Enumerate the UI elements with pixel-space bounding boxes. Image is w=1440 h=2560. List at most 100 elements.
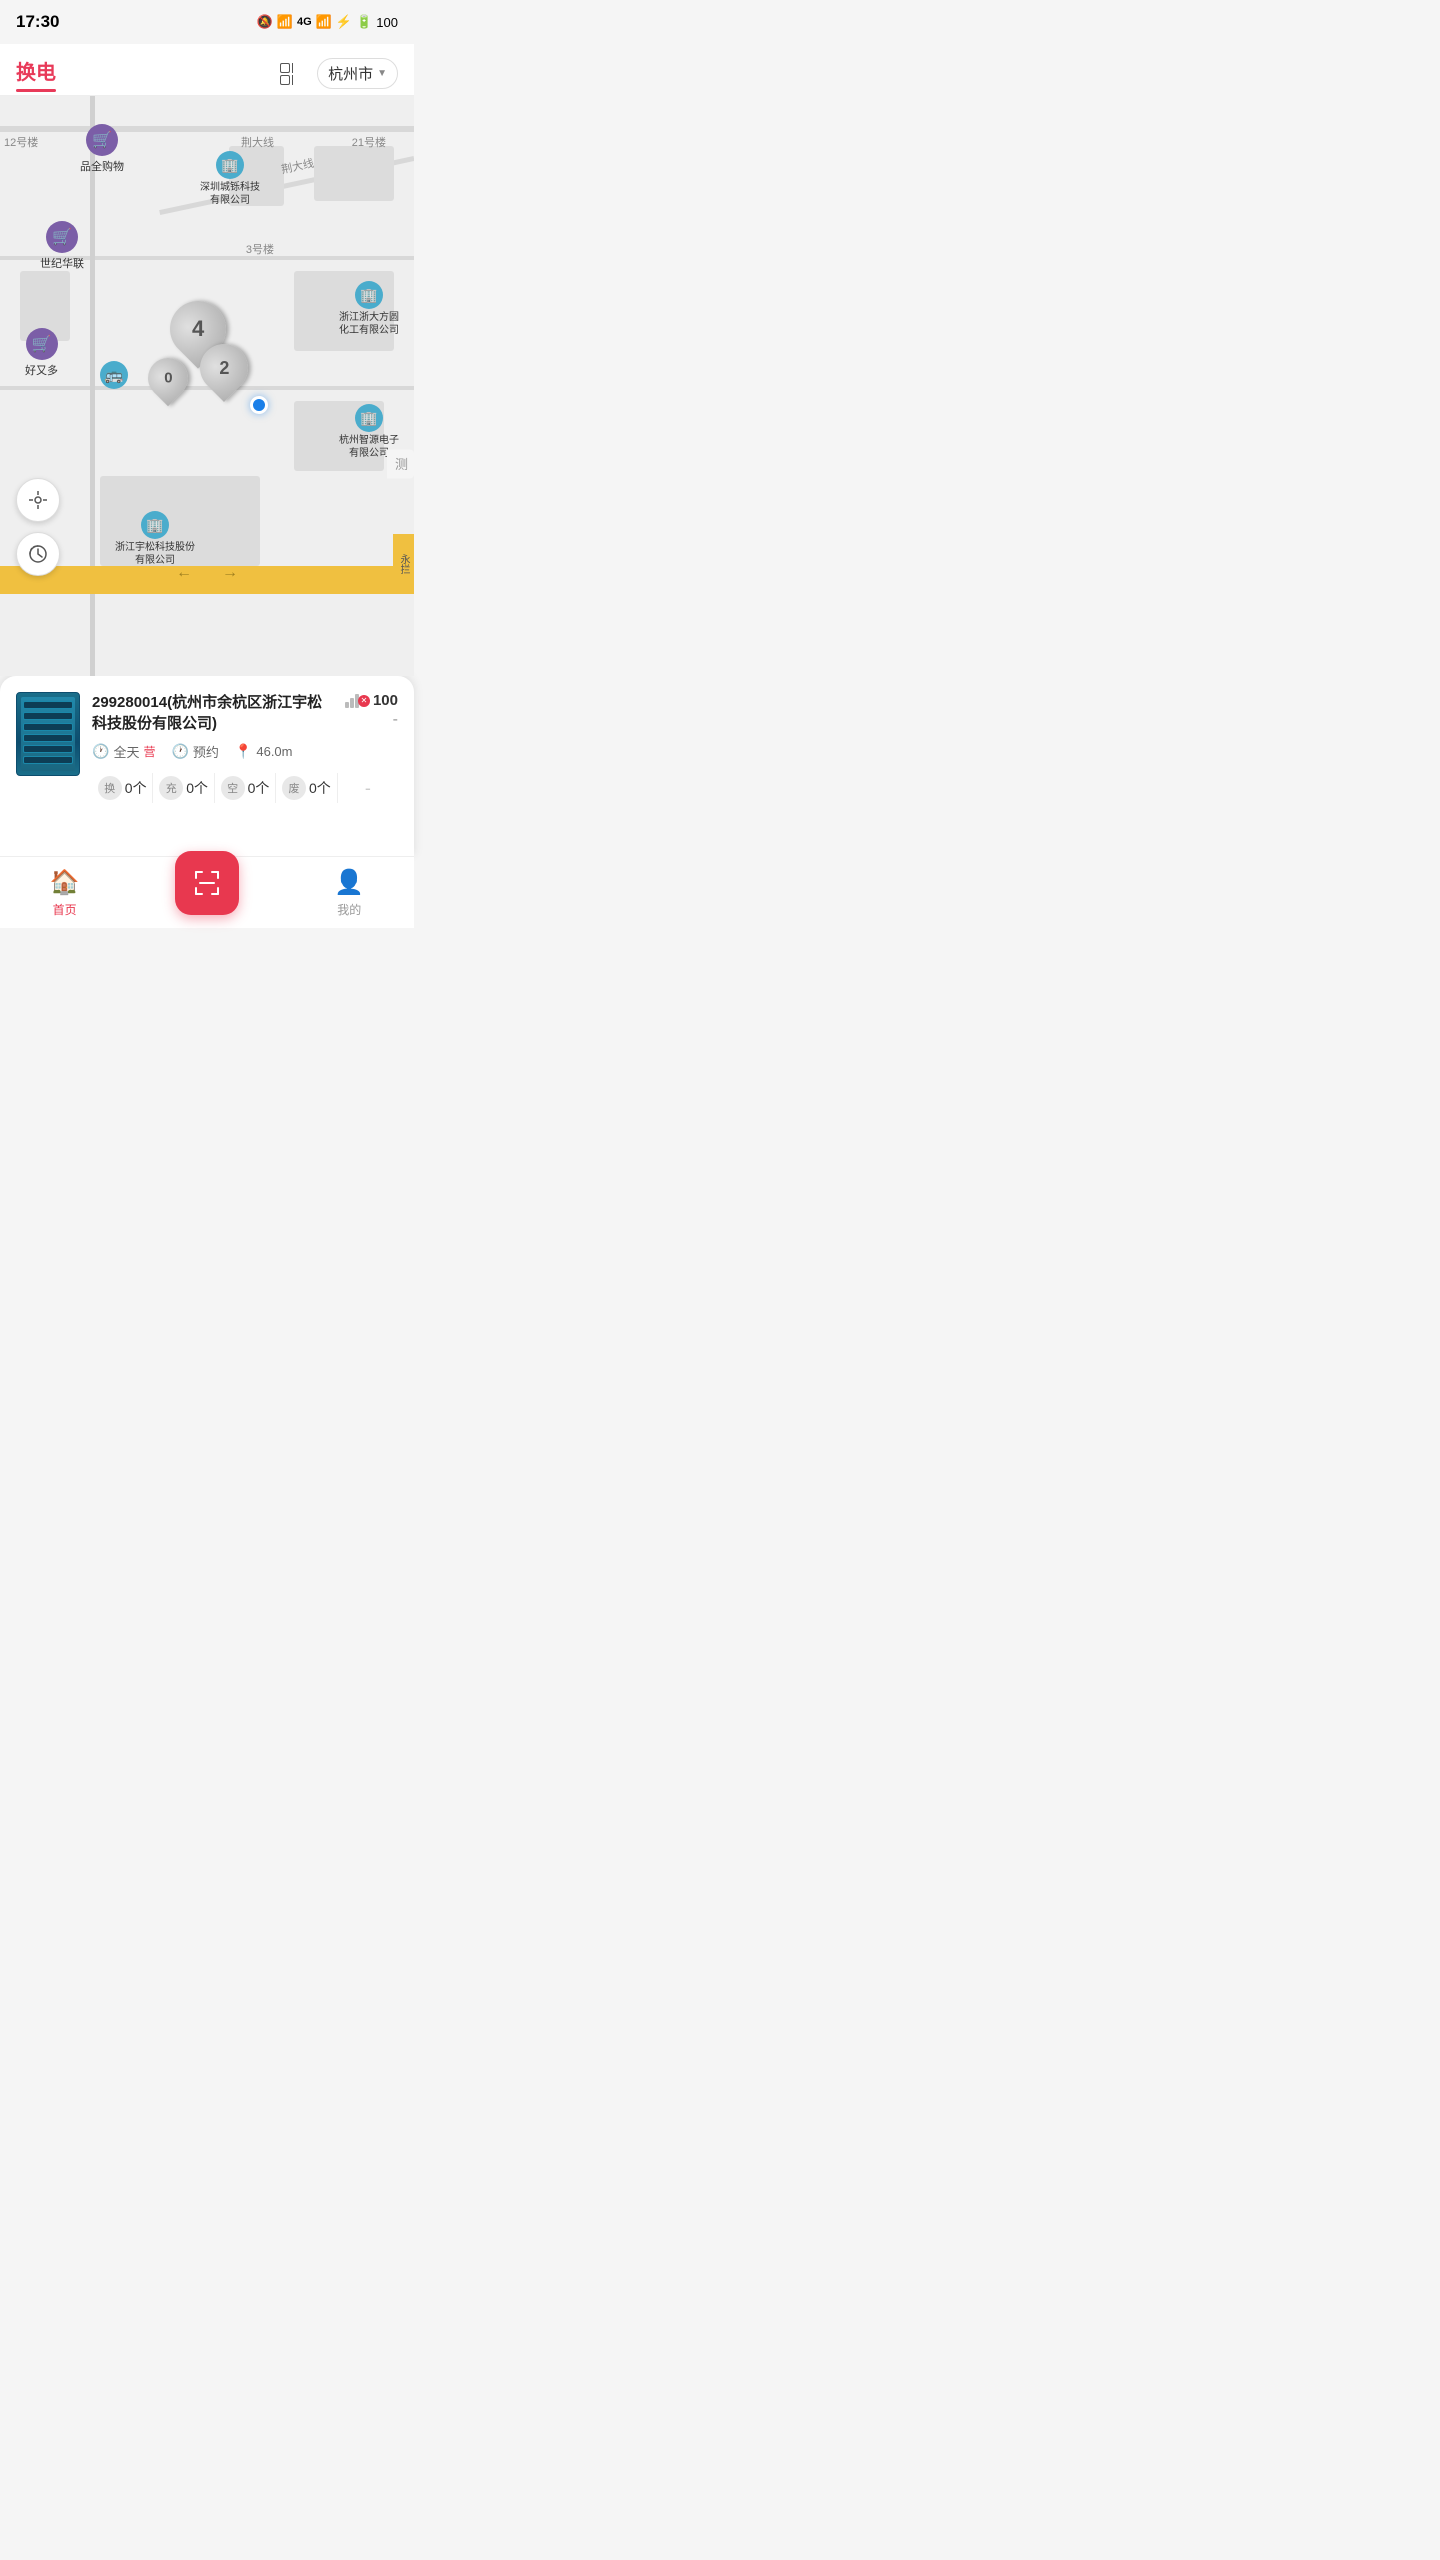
stat-exchange: 换 0个 [92, 776, 152, 800]
stat-waste: 废 0个 [276, 776, 336, 800]
basket-icon-pinquan: 🛒 [86, 124, 118, 156]
battery-slot-1 [23, 701, 73, 709]
signal-bars [345, 694, 359, 708]
map-controls [16, 478, 60, 576]
poi-shenzhen[interactable]: 🏢 深圳城铄科技有限公司 [200, 151, 260, 207]
stat-empty-icon: 空 [221, 776, 245, 800]
stat-end-dash: - [365, 778, 371, 799]
building-label-12: 12号楼 [4, 134, 38, 150]
nav-item-scan[interactable] [129, 871, 284, 915]
poi-bus: 🚌 [100, 361, 128, 389]
arrow-right-icon: → [222, 564, 238, 582]
poi-label-haoyouduo: 好又多 [25, 362, 58, 378]
company-icon-zhiyuan: 🏢 [355, 404, 383, 432]
stat-charge-top: 充 0个 [159, 776, 208, 800]
signal-4g-icon: 4G [297, 16, 312, 28]
stat-waste-icon: 废 [282, 776, 306, 800]
poi-zheda[interactable]: 🏢 浙江浙大方圆化工有限公司 [339, 281, 399, 337]
basket-icon-shiji: 🛒 [46, 221, 78, 253]
poi-pinquan[interactable]: 🛒 品全购物 [80, 124, 124, 174]
status-time: 17:30 [16, 12, 59, 32]
cluster-pin-0[interactable]: 0 [148, 358, 188, 398]
card-right-info: ✕ 100 - [345, 692, 398, 729]
battery-slot-2 [23, 712, 73, 720]
stat-exchange-value: 0个 [125, 778, 147, 798]
poi-label-pinquan: 品全购物 [80, 158, 124, 174]
card-meta: 🕐 全天 营 🕐 预约 📍 46.0m [92, 742, 398, 761]
meta-hours: 🕐 全天 营 [92, 742, 155, 761]
history-button[interactable] [16, 532, 60, 576]
signal-bar-2 [350, 698, 354, 708]
pin-head-0: 0 [140, 350, 197, 407]
distance-label: 46.0m [256, 744, 292, 759]
mine-icon: 👤 [334, 868, 364, 897]
pin-number-0: 0 [164, 370, 172, 387]
battery-slot-4 [23, 734, 73, 742]
signal-bars-icon: 📶 [316, 14, 332, 30]
status-icons: 🔕 📶 4G 📶 ⚡ 🔋 100 [257, 14, 398, 30]
chevron-down-icon: ▼ [377, 68, 387, 79]
stat-waste-value: 0个 [309, 778, 331, 798]
road-arrows: ← → [0, 564, 414, 582]
mute-icon: 🔕 [257, 14, 273, 30]
poi-haoyouduo[interactable]: 🛒 好又多 [25, 328, 58, 378]
company-icon-yusong: 🏢 [141, 511, 169, 539]
nav-underline [16, 89, 56, 92]
battery-slot-6 [23, 756, 73, 764]
signal-bar-1 [345, 702, 349, 708]
wifi-icon: 📶 [277, 14, 293, 30]
poi-yusong[interactable]: 🏢 浙江宇松科技股份有限公司 [115, 511, 195, 567]
city-selector[interactable]: 杭州市 ▼ [317, 58, 398, 89]
grid-cell [280, 75, 290, 85]
grid-line [292, 63, 302, 73]
signal-value: 100 [373, 692, 398, 709]
road-label-jingda: 荆大线 [241, 134, 274, 150]
pin-head-2: 2 [190, 334, 258, 402]
nav-item-home[interactable]: 🏠 首页 [0, 868, 129, 918]
stat-exchange-top: 换 0个 [98, 776, 147, 800]
grid-list-toggle[interactable] [277, 60, 305, 88]
company-label-yusong: 浙江宇松科技股份有限公司 [115, 541, 195, 567]
pin-number-2: 2 [219, 358, 229, 379]
building-label-21: 21号楼 [352, 134, 386, 150]
meta-reservation: 🕐 预约 [171, 742, 218, 761]
poi-label-shiji: 世纪华联 [40, 255, 84, 271]
stat-charge-value: 0个 [186, 778, 208, 798]
nav-right: 杭州市 ▼ [277, 58, 398, 89]
stats-row: 换 0个 充 0个 空 0个 [92, 773, 398, 803]
scan-button[interactable] [175, 851, 239, 915]
battery-icon: 🔋 [356, 14, 372, 30]
nav-item-mine[interactable]: 👤 我的 [285, 868, 414, 918]
pin-number-4: 4 [192, 316, 204, 342]
stat-empty: 空 0个 [215, 776, 275, 800]
road-edge-label: 永拦 [393, 534, 414, 594]
hours-label: 全天 [113, 742, 139, 761]
stat-charge-icon: 充 [159, 776, 183, 800]
grid-line [292, 75, 302, 85]
company-icon-shenzhen: 🏢 [216, 151, 244, 179]
cluster-pin-2[interactable]: 2 [200, 344, 248, 392]
open-icon: 营 [143, 743, 155, 760]
location-button[interactable] [16, 478, 60, 522]
top-nav: 换电 杭州市 ▼ [0, 44, 414, 96]
card-station-title: 299280014(杭州市余杭区浙江宇松科技股份有限公司) [92, 692, 337, 734]
company-label-zheda: 浙江浙大方圆化工有限公司 [339, 311, 399, 337]
home-icon: 🏠 [50, 868, 80, 897]
card-dash: - [393, 711, 398, 729]
grid-cell [280, 63, 290, 73]
poi-shiji[interactable]: 🛒 世纪华联 [40, 221, 84, 271]
battery-slot-3 [23, 723, 73, 731]
map-area[interactable]: 21号楼 12号楼 3号楼 荆大线 荆大线 ← → 永拦 🛒 品全购物 🛒 世纪… [0, 96, 414, 676]
stat-empty-top: 空 0个 [221, 776, 270, 800]
bottom-nav: 🏠 首页 👤 我的 [0, 856, 414, 928]
stat-waste-top: 废 0个 [282, 776, 331, 800]
reservation-label: 预约 [193, 742, 219, 761]
side-label: 测 [387, 450, 414, 479]
stat-empty-value: 0个 [248, 778, 270, 798]
grid-icon-inner [280, 63, 302, 85]
card-info: 299280014(杭州市余杭区浙江宇松科技股份有限公司) ✕ 100 - [92, 692, 398, 803]
nav-title: 换电 [16, 56, 56, 85]
stat-exchange-icon: 换 [98, 776, 122, 800]
home-label: 首页 [53, 901, 77, 918]
user-location-dot [250, 396, 268, 414]
